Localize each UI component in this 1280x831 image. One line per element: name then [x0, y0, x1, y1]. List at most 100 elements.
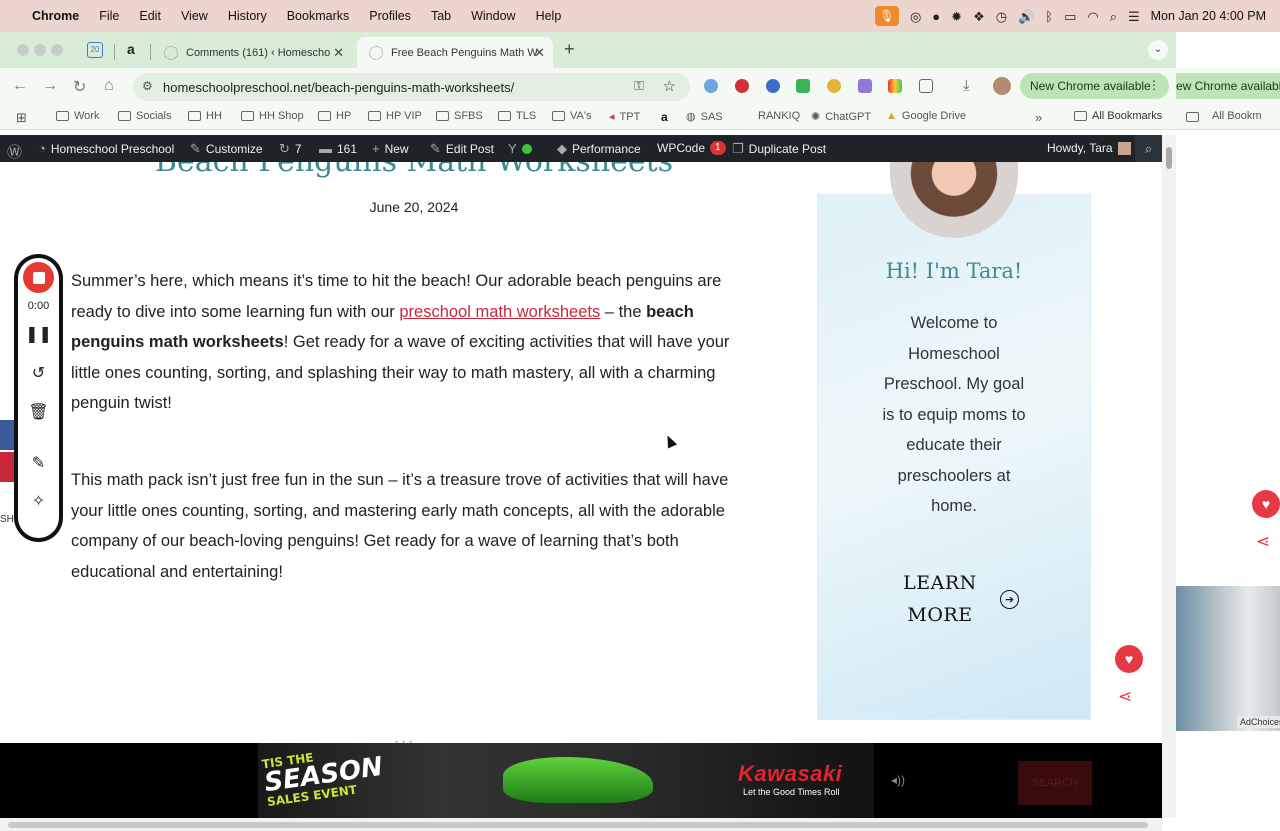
menu-window[interactable]: Window [471, 9, 515, 23]
back-arrow-icon[interactable]: ← [12, 77, 28, 95]
close-tab-icon[interactable]: ✕ [333, 45, 344, 61]
address-bar[interactable]: ⚙ homeschoolpreschool.net/beach-penguins… [133, 73, 690, 101]
grammarly-icon[interactable]: ● [932, 10, 940, 23]
arrow-circle-right-icon[interactable]: ➔ [1000, 590, 1019, 609]
scroll-thumb[interactable] [1166, 147, 1172, 169]
window-zoom-dot[interactable] [51, 44, 63, 56]
bookmark-folder[interactable]: TLS [498, 110, 536, 122]
site-info-tune-icon[interactable]: ⚙ [142, 79, 153, 93]
more-bookmarks-chevron-icon[interactable]: » [1035, 110, 1042, 125]
battery-icon[interactable]: ▭ [1064, 10, 1076, 23]
url-text[interactable]: homeschoolpreschool.net/beach-penguins-m… [163, 80, 514, 95]
wp-wpcode[interactable]: WPCode 1 [657, 141, 726, 155]
wp-edit-post[interactable]: ✎ Edit Post [430, 141, 494, 157]
pinterest-extension-icon[interactable] [735, 79, 749, 93]
apps-grid-icon[interactable]: ⊞ [16, 110, 27, 126]
time-machine-icon[interactable]: ◷ [996, 10, 1007, 23]
menu-bookmarks[interactable]: Bookmarks [287, 9, 350, 23]
tab-comments[interactable]: Comments (161) ‹ Homescho ✕ [152, 37, 352, 68]
yoast-seo-menu[interactable]: Y [508, 141, 532, 156]
wp-duplicate-post[interactable]: ❐ Duplicate Post [732, 141, 826, 157]
wordpress-extension-icon[interactable] [766, 79, 780, 93]
new-chrome-available-button[interactable]: New Chrome available ⋮ [1020, 73, 1169, 99]
wp-new[interactable]: + New [372, 141, 409, 156]
share-icon[interactable]: ⋖ [1118, 687, 1132, 707]
bookmark-folder[interactable]: Socials [118, 110, 171, 122]
menubar-datetime[interactable]: Mon Jan 20 4:00 PM [1151, 9, 1266, 23]
favorite-heart-icon[interactable]: ♥ [1115, 645, 1143, 673]
bookmark-link[interactable]: ◂ TPT [609, 110, 640, 124]
share-icon[interactable]: ⋖ [1256, 532, 1270, 552]
spotlight-search-icon[interactable]: ⌕ [1110, 10, 1117, 23]
reload-icon[interactable]: ↻ [73, 77, 86, 97]
background-new-chrome-button[interactable]: ew Chrome available [1176, 73, 1280, 99]
effects-wand-icon[interactable]: ✧ [14, 491, 63, 511]
extension-palette-icon[interactable] [888, 79, 902, 93]
wp-comments[interactable]: ▬ 161 [319, 141, 357, 156]
scroll-thumb[interactable] [8, 822, 1148, 828]
password-key-icon[interactable]: ⚿ [634, 78, 644, 94]
window-minimize-dot[interactable] [34, 44, 46, 56]
new-tab-plus-icon[interactable]: + [564, 39, 575, 60]
menu-view[interactable]: View [181, 9, 208, 23]
download-icon[interactable]: ⤓ [963, 77, 970, 94]
bookmark-folder[interactable]: Work [56, 110, 99, 122]
bookmark-folder[interactable]: HP VIP [368, 110, 422, 122]
window-close-dot[interactable] [17, 44, 29, 56]
ad-audio-icon[interactable]: ◂)) [891, 773, 905, 787]
tab-beach-penguins[interactable]: Free Beach Penguins Math W ✕ [357, 37, 553, 68]
vertical-scrollbar[interactable] [1162, 135, 1176, 818]
wp-performance[interactable]: ◆ Performance [557, 141, 641, 157]
horizontal-scrollbar[interactable] [0, 818, 1162, 831]
screen-record-icon[interactable]: ◎ [910, 10, 921, 23]
volume-icon[interactable]: 🔊 [1018, 10, 1034, 23]
stop-recording-button[interactable] [23, 262, 54, 293]
pause-icon[interactable]: ❚❚ [14, 324, 63, 344]
close-tab-icon[interactable]: ✕ [534, 45, 545, 61]
preschool-math-worksheets-link[interactable]: preschool math worksheets [399, 303, 600, 321]
adchoices-label[interactable]: AdChoices [1237, 716, 1280, 728]
extension-green-icon[interactable] [796, 79, 810, 93]
control-center-icon[interactable]: ☰ [1128, 10, 1140, 23]
bluetooth-icon[interactable]: ᛒ [1045, 10, 1053, 23]
microphone-icon[interactable]: 🎙 [874, 6, 899, 26]
wp-site-name[interactable]: ◔ Homeschool Preschool [38, 141, 174, 156]
extension-q-icon[interactable] [704, 79, 718, 93]
menu-file[interactable]: File [99, 9, 119, 23]
wp-updates[interactable]: ↻ 7 [279, 141, 302, 157]
menu-app-name[interactable]: Chrome [32, 9, 79, 23]
home-icon[interactable]: ⌂ [104, 77, 114, 95]
wp-customize[interactable]: ✎ Customize [190, 141, 263, 157]
more-vert-icon[interactable]: ⋮ [1148, 78, 1160, 92]
tab-search-chevron-icon[interactable]: ⌄ [1148, 40, 1168, 60]
bookmark-folder[interactable]: HH [188, 110, 222, 122]
bookmark-link[interactable]: ◍ SAS [686, 110, 723, 124]
wifi-icon[interactable]: ◠ [1087, 10, 1098, 23]
bookmark-star-icon[interactable]: ☆ [663, 77, 676, 95]
amazon-bookmark-icon[interactable]: a [661, 110, 668, 124]
bookmark-link[interactable]: ✺ ChatGPT [811, 110, 871, 124]
ad-search-button[interactable]: SEARCH [1018, 761, 1092, 805]
trash-icon[interactable]: 🗑 [14, 402, 63, 422]
learn-more-link[interactable]: LEARN MORE [890, 567, 990, 631]
menu-history[interactable]: History [228, 9, 267, 23]
brightness-icon[interactable]: ✹ [951, 10, 962, 23]
bookmark-link[interactable]: RANKIQ [758, 110, 800, 122]
menu-tab[interactable]: Tab [431, 9, 451, 23]
restart-icon[interactable]: ↺ [14, 363, 63, 383]
wp-howdy-user[interactable]: Howdy, Tara [1047, 141, 1131, 155]
facebook-share-icon[interactable] [0, 420, 14, 450]
menu-profiles[interactable]: Profiles [369, 9, 411, 23]
wp-search-icon[interactable]: ⌕ [1135, 135, 1162, 162]
extension-d-icon[interactable] [858, 79, 872, 93]
bookmark-folder[interactable]: VA's [552, 110, 591, 122]
extension-color-icon[interactable] [827, 79, 841, 93]
bookmark-link[interactable]: ▲ Google Drive [886, 110, 966, 122]
pinned-amazon-tab-icon[interactable]: a [127, 41, 135, 57]
kawasaki-ad-banner[interactable]: TIS THE SEASON SALES EVENT Kawasaki Let … [258, 743, 874, 818]
profile-avatar[interactable] [993, 77, 1011, 95]
forward-arrow-icon[interactable]: → [42, 77, 58, 95]
bookmark-folder[interactable]: SFBS [436, 110, 483, 122]
background-all-bookmarks-label[interactable]: All Bookm [1212, 110, 1262, 122]
menu-help[interactable]: Help [536, 9, 562, 23]
